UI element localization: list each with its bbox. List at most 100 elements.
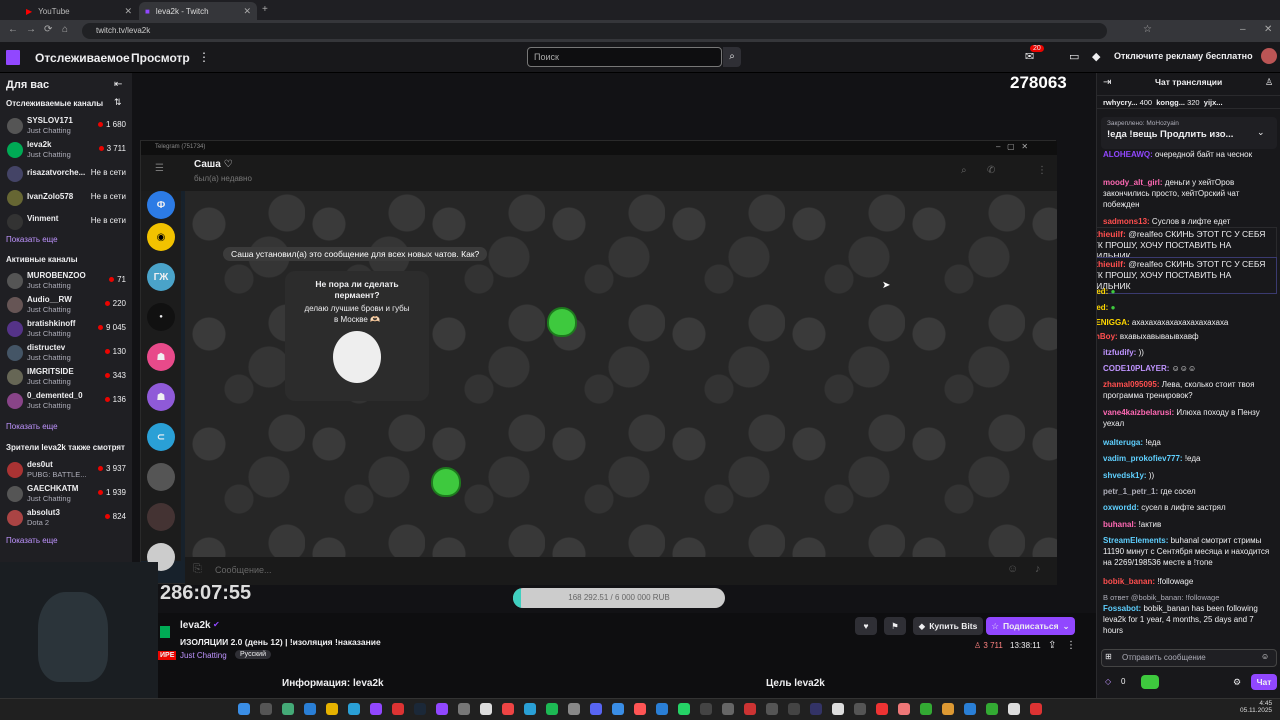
close-window-icon[interactable]: ✕ bbox=[1264, 24, 1272, 35]
emoji-icon[interactable]: ☺ bbox=[1007, 563, 1018, 575]
mic-icon[interactable]: ♪ bbox=[1035, 563, 1041, 575]
sidebar-item-bratishkinoff[interactable]: bratishkinoff Just Chatting 9 045 bbox=[4, 317, 128, 341]
menu-icon[interactable]: ☰ bbox=[155, 163, 164, 174]
app-icon[interactable] bbox=[766, 703, 778, 715]
sidebar-item-risazatvorche[interactable]: risazatvorche... Не в сети bbox=[4, 162, 128, 186]
folder-icon[interactable]: ⊂ bbox=[147, 423, 175, 451]
show-more-active[interactable]: Показать еще bbox=[6, 422, 58, 431]
folder-f[interactable]: Ф bbox=[147, 191, 175, 219]
app-icon[interactable] bbox=[348, 703, 360, 715]
more-icon[interactable]: ⋮ bbox=[1037, 165, 1047, 176]
chat-settings-icon[interactable]: ⊞ bbox=[1105, 652, 1112, 661]
collapse-chat-icon[interactable]: ⇥ bbox=[1103, 77, 1111, 88]
app-icon[interactable] bbox=[1008, 703, 1020, 715]
app-icon[interactable] bbox=[920, 703, 932, 715]
app-icon[interactable] bbox=[282, 703, 294, 715]
show-more-followed[interactable]: Показать еще bbox=[6, 235, 58, 244]
app-icon[interactable] bbox=[304, 703, 316, 715]
subscribe-button[interactable]: ☆ Подписаться ⌄ bbox=[986, 617, 1075, 635]
search-input[interactable]: Поиск bbox=[527, 47, 722, 67]
start-icon[interactable] bbox=[238, 703, 250, 715]
sidebar-item-des0ut[interactable]: des0ut PUBG: BATTLE... 3 937 bbox=[4, 458, 128, 482]
sidebar-item-gaechkatm[interactable]: GAECHKATM Just Chatting 1 939 bbox=[4, 482, 128, 506]
app-icon[interactable] bbox=[854, 703, 866, 715]
sidebar-item-imgritside[interactable]: IMGRITSIDE Just Chatting 343 bbox=[4, 365, 128, 389]
app-icon[interactable] bbox=[1030, 703, 1042, 715]
app-icon[interactable] bbox=[634, 703, 646, 715]
explorer-icon[interactable] bbox=[326, 703, 338, 715]
folder-gzh[interactable]: ГЖ bbox=[147, 263, 175, 291]
contact-name[interactable]: Саша ♡ bbox=[194, 159, 233, 170]
forward-icon[interactable]: → bbox=[26, 24, 36, 35]
app-icon[interactable] bbox=[502, 703, 514, 715]
tab-twitch[interactable]: ■ leva2k - Twitch ✕ bbox=[139, 2, 257, 20]
more-icon[interactable]: ⋮ bbox=[198, 50, 210, 64]
channel-points-icon[interactable]: ◇ bbox=[1105, 677, 1111, 686]
minimize-window-icon[interactable]: – bbox=[1240, 24, 1246, 35]
whatsapp-icon[interactable] bbox=[678, 703, 690, 715]
app-icon[interactable] bbox=[986, 703, 998, 715]
sidebar-item-leva2k[interactable]: leva2k Just Chatting 3 711 bbox=[4, 138, 128, 162]
home-icon[interactable]: ⌂ bbox=[62, 24, 68, 35]
app-icon[interactable] bbox=[700, 703, 712, 715]
language-tag[interactable]: Русский bbox=[235, 650, 271, 659]
new-tab-button[interactable]: + bbox=[262, 4, 268, 15]
app-icon[interactable] bbox=[788, 703, 800, 715]
category-link[interactable]: Just Chatting bbox=[180, 651, 227, 660]
folder-icon[interactable]: ◉ bbox=[147, 223, 175, 251]
close-tab-icon[interactable]: ✕ bbox=[124, 6, 132, 17]
show-more-also[interactable]: Показать еще bbox=[6, 536, 58, 545]
app-icon[interactable] bbox=[612, 703, 624, 715]
gear-icon[interactable]: ⚙ bbox=[1233, 677, 1241, 688]
search-icon[interactable] bbox=[260, 703, 272, 715]
sidebar-item-vinment[interactable]: Vinment Не в сети bbox=[4, 210, 128, 234]
more-icon[interactable]: ⋮ bbox=[1066, 640, 1076, 651]
app-icon[interactable] bbox=[898, 703, 910, 715]
crown-icon[interactable]: ◆ bbox=[1092, 50, 1100, 63]
turbo-ad-link[interactable]: Отключите рекламу бесплатно bbox=[1114, 51, 1253, 61]
app-icon[interactable] bbox=[436, 703, 448, 715]
pinned-message[interactable]: Закреплено: MoHozyain !еда !вещь Продлит… bbox=[1101, 117, 1277, 149]
emote-button-icon[interactable] bbox=[1141, 675, 1159, 689]
app-icon[interactable] bbox=[876, 703, 888, 715]
notification-bell-icon[interactable]: ⚑ bbox=[884, 617, 906, 635]
reload-icon[interactable]: ⟳ bbox=[44, 24, 52, 35]
sticker-card[interactable]: Не пора ли сделать пермаент? делаю лучши… bbox=[285, 271, 429, 401]
system-clock[interactable]: 4:45 05.11.2025 bbox=[1240, 700, 1272, 714]
collapse-sidebar-icon[interactable]: ⇤ bbox=[114, 79, 122, 90]
follow-heart-icon[interactable]: ♥ bbox=[855, 617, 877, 635]
channel-name[interactable]: leva2k bbox=[180, 620, 211, 631]
back-icon[interactable]: ← bbox=[8, 24, 18, 35]
chevron-down-icon[interactable]: ⌄ bbox=[1257, 127, 1265, 138]
app-icon[interactable] bbox=[810, 703, 822, 715]
message-input[interactable]: Сообщение... bbox=[185, 557, 1057, 585]
sidebar-item-distructev[interactable]: distructev Just Chatting 130 bbox=[4, 341, 128, 365]
nav-browse[interactable]: Просмотр bbox=[131, 51, 190, 65]
bookmark-star-icon[interactable]: ☆ bbox=[1143, 24, 1152, 35]
sidebar-item-ivanzolo578[interactable]: IvanZolo578 Не в сети bbox=[4, 186, 128, 210]
app-icon[interactable] bbox=[656, 703, 668, 715]
tab-youtube[interactable]: ▶ YouTube ✕ bbox=[20, 2, 138, 20]
emote-picker-icon[interactable]: ☺ bbox=[1261, 652, 1269, 661]
nav-following[interactable]: Отслеживаемое bbox=[35, 51, 130, 65]
ghost-icon[interactable]: ☗ bbox=[147, 343, 175, 371]
steam-icon[interactable] bbox=[414, 703, 426, 715]
chrome-icon[interactable] bbox=[392, 703, 404, 715]
sidebar-item-murobenzoo[interactable]: MUROBENZOO Just Chatting 71 bbox=[4, 269, 128, 293]
folder-icon[interactable]: ● bbox=[147, 303, 175, 331]
app-icon[interactable] bbox=[480, 703, 492, 715]
sidebar-item-absolut3[interactable]: absolut3 Dota 2 824 bbox=[4, 506, 128, 530]
twitch-logo-icon[interactable] bbox=[6, 50, 20, 65]
url-input[interactable]: twitch.tv/leva2k bbox=[82, 23, 1107, 39]
telegram-icon[interactable] bbox=[524, 703, 536, 715]
sidebar-item-syslov171[interactable]: SYSLOV171 Just Chatting 1 680 bbox=[4, 114, 128, 138]
buy-bits-button[interactable]: ◆ Купить Bits bbox=[913, 617, 983, 635]
whispers-icon[interactable]: ▭ bbox=[1069, 50, 1079, 63]
users-icon[interactable]: ♙ bbox=[1265, 77, 1273, 88]
app-icon[interactable] bbox=[832, 703, 844, 715]
ghost-icon[interactable]: ☗ bbox=[147, 383, 175, 411]
app-icon[interactable] bbox=[744, 703, 756, 715]
sort-icon[interactable]: ⇅ bbox=[114, 97, 122, 108]
twitch-icon[interactable] bbox=[370, 703, 382, 715]
avatar[interactable] bbox=[1261, 48, 1277, 64]
